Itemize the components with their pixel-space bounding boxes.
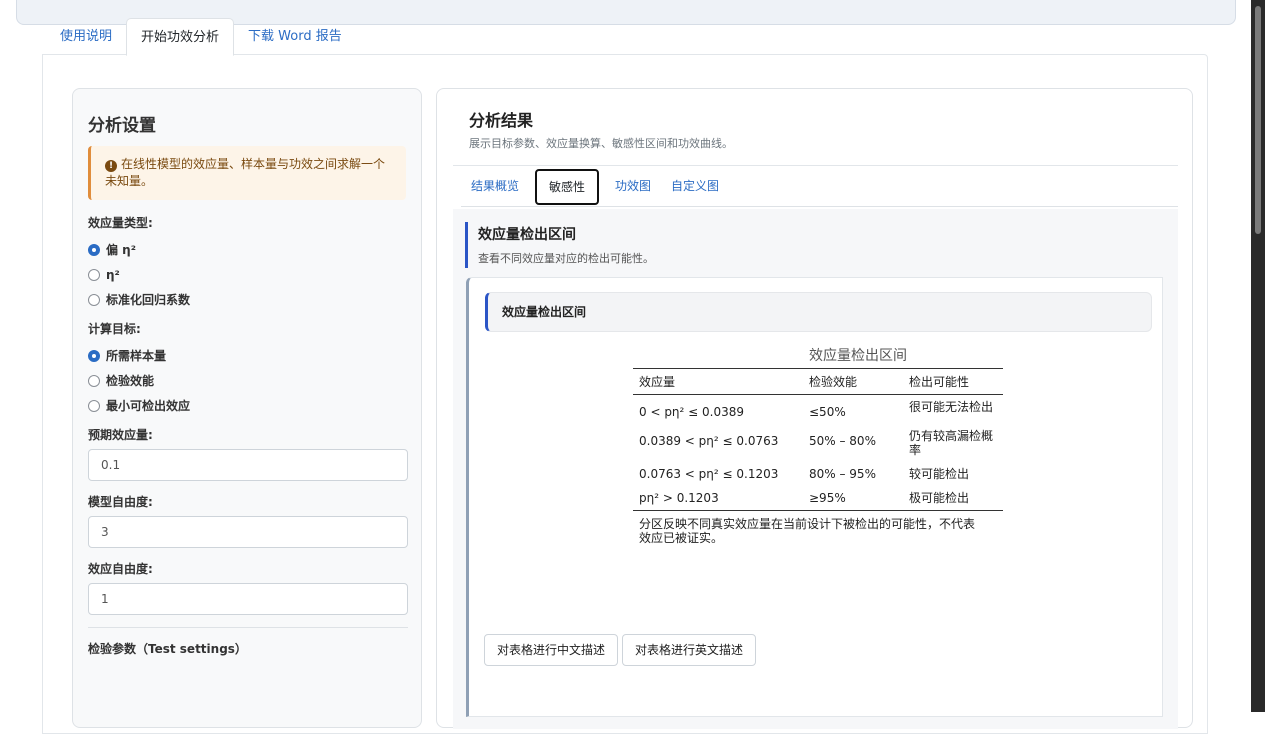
radio-unchecked-icon: [88, 374, 100, 387]
radio-min-effect[interactable]: 最小可检出效应: [88, 393, 406, 418]
target-group: 计算目标: 所需样本量 检验效能 最小可检出效应: [88, 320, 406, 418]
effect-type-label: 效应量类型:: [88, 216, 153, 230]
model-df-label: 模型自由度:: [88, 495, 153, 509]
table-cell: 较可能检出: [909, 467, 970, 481]
table-header-row: 效应量 检验效能 检出可能性: [633, 368, 1003, 395]
table-cell: 0 < pη² ≤ 0.0389: [639, 405, 745, 419]
radio-label: 最小可检出效应: [106, 399, 191, 413]
effect-df-label: 效应自由度:: [88, 562, 153, 576]
table-cell: 50% – 80%: [809, 434, 876, 448]
table-row: 0 < pη² ≤ 0.0389 ≤50% 很可能无法检出: [633, 395, 1003, 425]
table-cell: 0.0389 < pη² ≤ 0.0763: [639, 434, 779, 448]
effect-df-input[interactable]: 1: [88, 583, 408, 615]
tab-instructions[interactable]: 使用说明: [46, 18, 126, 56]
alert-text: 在线性模型的效应量、样本量与功效之间求解一个未知量。: [105, 157, 386, 188]
tab-overview[interactable]: 结果概览: [461, 167, 529, 207]
sensitivity-panel: 效应量检出区间 效应量检出区间 效应量 检验效能 检出可能性 0 < pη² ≤…: [466, 277, 1163, 717]
test-settings-label: 检验参数（Test settings）: [88, 642, 247, 656]
sensitivity-table-wrap: 效应量检出区间 效应量 检验效能 检出可能性 0 < pη² ≤ 0.0389 …: [633, 344, 1003, 545]
tab-power-plot[interactable]: 功效图: [605, 167, 661, 207]
radio-unchecked-icon: [88, 293, 100, 306]
radio-label: η²: [106, 267, 120, 282]
header-effect: 效应量: [633, 368, 803, 395]
describe-cn-button[interactable]: 对表格进行中文描述: [484, 634, 619, 666]
section-header: 效应量检出区间 查看不同效应量对应的检出可能性。: [465, 222, 654, 268]
radio-power[interactable]: 检验效能: [88, 368, 406, 393]
radio-sample-size[interactable]: 所需样本量: [88, 343, 406, 368]
analysis-settings-sidebar: 分析设置 ! 在线性模型的效应量、样本量与功效之间求解一个未知量。 效应量类型: …: [72, 88, 422, 728]
describe-buttons: 对表格进行中文描述 对表格进行英文描述: [484, 634, 757, 666]
section-subtitle: 查看不同效应量对应的检出可能性。: [478, 252, 654, 265]
panel-title: 效应量检出区间: [485, 292, 1152, 332]
table-cell: 0.0763 < pη² ≤ 0.1203: [639, 467, 779, 481]
table-row: 0.0389 < pη² ≤ 0.0763 50% – 80% 仍有较高漏检概率: [633, 424, 1003, 462]
table-cell: pη² > 0.1203: [633, 486, 803, 511]
divider: [453, 165, 1178, 166]
tab-custom-plot[interactable]: 自定义图: [661, 167, 729, 207]
radio-unchecked-icon: [88, 399, 100, 412]
results-tab-bar: 结果概览 敏感性 功效图 自定义图: [461, 167, 1178, 207]
table-caption: 效应量检出区间: [809, 348, 907, 364]
divider: [88, 627, 408, 628]
radio-label: 偏 η²: [106, 243, 136, 257]
table-cell: ≤50%: [809, 405, 846, 419]
info-alert: ! 在线性模型的效应量、样本量与功效之间求解一个未知量。: [88, 146, 406, 200]
radio-partial-eta[interactable]: 偏 η²: [88, 237, 406, 262]
tab-sensitivity[interactable]: 敏感性: [535, 168, 600, 205]
main-tab-bar: 使用说明 开始功效分析 下载 Word 报告: [46, 18, 356, 56]
model-df-input[interactable]: 3: [88, 516, 408, 548]
effect-type-group: 效应量类型: 偏 η² η² 标准化回归系数: [88, 214, 406, 312]
table-cell: 仍有较高漏检概率: [909, 429, 994, 457]
target-label: 计算目标:: [88, 322, 141, 336]
table-cell: ≥95%: [803, 486, 903, 511]
table-note: 分区反映不同真实效应量在当前设计下被检出的可能性，不代表效应已被证实。: [639, 517, 976, 545]
radio-label: 标准化回归系数: [106, 293, 191, 307]
section-title: 效应量检出区间: [478, 227, 576, 243]
radio-label: 所需样本量: [106, 349, 167, 363]
info-icon: !: [105, 160, 117, 172]
radio-checked-icon: [88, 243, 100, 256]
scrollbar-thumb[interactable]: [1255, 6, 1261, 234]
table-cell: 80% – 95%: [809, 467, 876, 481]
header-likelihood: 检出可能性: [903, 368, 1003, 395]
results-subtitle: 展示目标参数、效应量换算、敏感性区间和功效曲线。: [469, 137, 733, 150]
page-scrollbar[interactable]: [1251, 0, 1265, 712]
expected-effect-label: 预期效应量:: [88, 428, 153, 442]
table-row: pη² > 0.1203 ≥95% 极可能检出: [633, 486, 1003, 511]
radio-unchecked-icon: [88, 268, 100, 281]
table-cell: 很可能无法检出: [909, 400, 994, 414]
radio-eta[interactable]: η²: [88, 262, 406, 287]
radio-label: 检验效能: [106, 374, 155, 388]
table-row: 0.0763 < pη² ≤ 0.1203 80% – 95% 较可能检出: [633, 462, 1003, 486]
tab-start-analysis[interactable]: 开始功效分析: [126, 18, 235, 56]
results-title: 分析结果: [469, 111, 534, 130]
radio-std-coef[interactable]: 标准化回归系数: [88, 287, 406, 312]
expected-effect-input[interactable]: 0.1: [88, 449, 408, 481]
sensitivity-table: 效应量 检验效能 检出可能性 0 < pη² ≤ 0.0389 ≤50% 很可能…: [633, 368, 1003, 511]
header-power: 检验效能: [803, 368, 903, 395]
tab-download-report[interactable]: 下载 Word 报告: [234, 18, 356, 56]
describe-en-button[interactable]: 对表格进行英文描述: [622, 634, 757, 666]
table-cell: 极可能检出: [903, 486, 1003, 511]
radio-checked-icon: [88, 349, 100, 362]
sidebar-title: 分析设置: [88, 116, 156, 136]
